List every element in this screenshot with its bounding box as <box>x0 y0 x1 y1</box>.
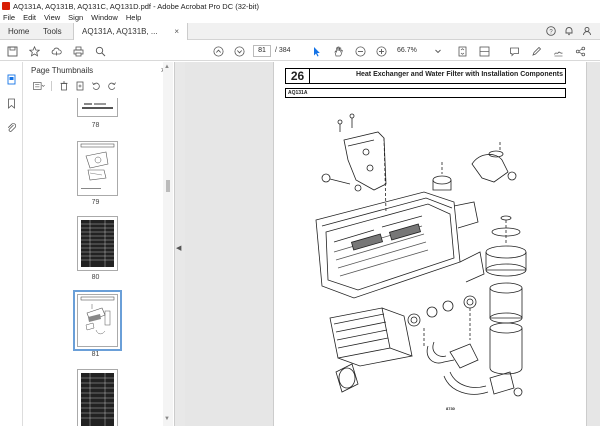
menu-help[interactable]: Help <box>126 13 141 22</box>
rotate-right-icon[interactable] <box>106 80 118 92</box>
save-icon[interactable] <box>6 45 18 57</box>
scrollbar-thumb[interactable] <box>166 180 170 192</box>
fill-sign-icon[interactable] <box>552 45 564 57</box>
thumbnail-page-79[interactable] <box>77 141 118 196</box>
thumbnail-list: 78 79 80 81 <box>23 98 168 426</box>
parts-diagram <box>315 113 527 397</box>
comment-icon[interactable] <box>508 45 520 57</box>
print-icon[interactable] <box>72 45 84 57</box>
menu-bar: File Edit View Sign Window Help <box>0 12 600 23</box>
fit-page-icon[interactable] <box>456 45 468 57</box>
document-viewer[interactable]: 26 Heat Exchanger and Water Filter with … <box>185 62 600 426</box>
attachment-icon[interactable] <box>6 122 17 133</box>
left-rail <box>0 62 23 426</box>
zoom-out-icon[interactable] <box>354 45 366 57</box>
next-page-icon[interactable] <box>233 45 245 57</box>
close-tab-icon[interactable]: × <box>174 27 179 36</box>
page-count: / 384 <box>275 47 291 54</box>
zoom-dropdown-icon[interactable] <box>432 45 444 57</box>
thumbnail-options-icon[interactable] <box>33 80 45 92</box>
thumbnail-label: 81 <box>91 351 100 358</box>
thumbnail-label: 78 <box>91 122 100 129</box>
highlight-pen-icon[interactable] <box>530 45 542 57</box>
tab-tools[interactable]: Tools <box>35 23 73 40</box>
menu-edit[interactable]: Edit <box>23 13 36 22</box>
page-section-header: 26 Heat Exchanger and Water Filter with … <box>285 68 566 84</box>
prev-page-icon[interactable] <box>212 45 224 57</box>
tab-document[interactable]: AQ131A, AQ131B, ... × <box>73 23 188 40</box>
thumbnail-page-78[interactable] <box>77 98 118 117</box>
select-cursor-icon[interactable] <box>310 45 322 57</box>
collapse-left-icon[interactable]: ◀ <box>176 244 181 252</box>
section-number: 26 <box>286 69 310 83</box>
scroll-down-icon[interactable]: ▼ <box>164 416 170 422</box>
search-icon[interactable] <box>94 45 106 57</box>
panel-tools <box>23 78 174 94</box>
bookmark-icon[interactable] <box>6 98 17 109</box>
panel-title: Page Thumbnails <box>31 65 94 75</box>
help-icon[interactable]: ? <box>546 26 556 36</box>
thumbnail-label: 80 <box>91 274 100 281</box>
star-icon[interactable] <box>28 45 40 57</box>
toolbar <box>0 41 600 61</box>
menu-file[interactable]: File <box>3 13 15 22</box>
document-page: 26 Heat Exchanger and Water Filter with … <box>273 62 587 426</box>
delete-page-icon[interactable] <box>58 80 70 92</box>
hand-tool-icon[interactable] <box>332 45 344 57</box>
model-label: AQ131A <box>285 88 566 98</box>
menu-sign[interactable]: Sign <box>68 13 83 22</box>
scroll-up-icon[interactable]: ▲ <box>164 64 170 70</box>
cloud-upload-icon[interactable] <box>50 45 62 57</box>
section-title: Heat Exchanger and Water Filter with Ins… <box>355 71 563 78</box>
tab-document-label: AQ131A, AQ131B, ... <box>82 27 158 36</box>
window-title: AQ131A, AQ131B, AQ131C, AQ131D.pdf - Ado… <box>13 1 259 11</box>
thumbnail-label: 79 <box>91 199 100 206</box>
svg-text:?: ? <box>549 29 553 35</box>
sign-in-icon[interactable] <box>582 26 592 36</box>
bell-icon[interactable] <box>564 26 574 36</box>
right-rail <box>590 62 600 426</box>
scroll-mode-icon[interactable] <box>478 45 490 57</box>
acrobat-icon <box>2 2 10 10</box>
insert-page-icon[interactable] <box>74 80 86 92</box>
toolbar-separator <box>51 81 52 91</box>
tab-bar: Home Tools AQ131A, AQ131B, ... × ? <box>0 23 600 40</box>
rotate-left-icon[interactable] <box>90 80 102 92</box>
thumbnail-page-82[interactable] <box>77 369 118 426</box>
thumbnails-panel: Page Thumbnails × 78 79 <box>23 62 175 426</box>
share-icon[interactable] <box>574 45 586 57</box>
panel-header: Page Thumbnails × <box>23 62 174 78</box>
thumbnail-page-81[interactable] <box>73 290 122 351</box>
title-bar: AQ131A, AQ131B, AQ131C, AQ131D.pdf - Ado… <box>0 0 600 12</box>
thumbnails-scrollbar[interactable]: ▲ ▼ <box>163 62 173 426</box>
page-number-input[interactable]: 81 <box>253 45 271 57</box>
menu-view[interactable]: View <box>44 13 60 22</box>
menu-window[interactable]: Window <box>91 13 118 22</box>
page-thumbnails-icon[interactable] <box>6 74 17 85</box>
zoom-in-icon[interactable] <box>375 45 387 57</box>
tab-home[interactable]: Home <box>0 23 35 40</box>
zoom-level[interactable]: 66.7% <box>395 45 430 57</box>
panel-collapse-handle[interactable]: ◀ <box>175 62 185 426</box>
thumbnail-page-80[interactable] <box>77 216 118 271</box>
figure-number: 8730 <box>446 406 455 411</box>
